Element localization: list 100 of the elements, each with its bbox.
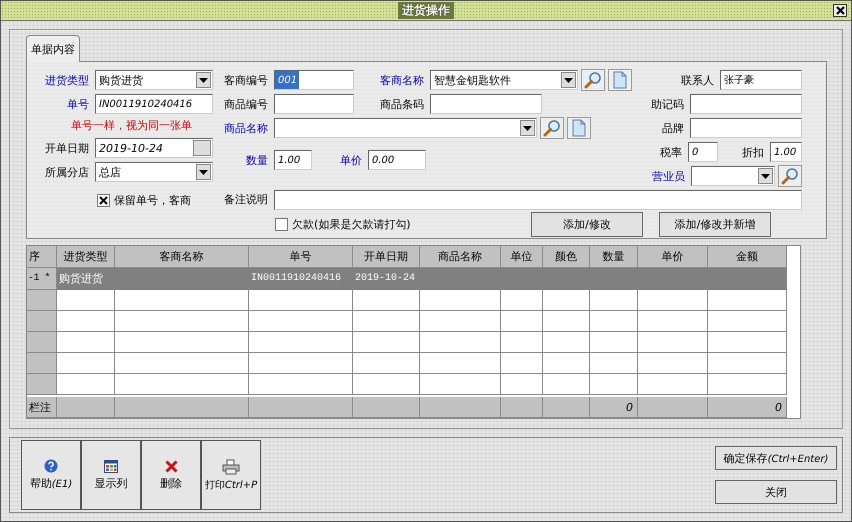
field-label: 品牌 xyxy=(661,120,684,136)
table-cell: IN0011910240416 xyxy=(249,268,353,290)
text-field[interactable]: 0 xyxy=(688,142,718,162)
table-cell xyxy=(638,311,708,332)
column-header[interactable]: 单位 xyxy=(501,246,543,268)
text-field[interactable]: 1.00 xyxy=(770,142,802,162)
text-field[interactable]: 张子豪 xyxy=(720,70,802,90)
text-field[interactable] xyxy=(274,190,802,210)
field-label: 单号 xyxy=(66,96,89,112)
column-header[interactable]: 数量 xyxy=(590,246,638,268)
table-cell xyxy=(638,332,708,353)
field-label: 营业员 xyxy=(651,168,685,184)
field-label: 进货类型 xyxy=(44,72,89,88)
table-cell xyxy=(638,290,708,311)
table-cell xyxy=(501,290,543,311)
column-header[interactable]: 进货类型 xyxy=(57,246,115,268)
close-button[interactable] xyxy=(833,4,847,17)
toolbar-button[interactable]: 打印Ctrl+P xyxy=(201,440,261,510)
column-header[interactable]: 商品名称 xyxy=(420,246,501,268)
column-header[interactable]: 单号 xyxy=(249,246,353,268)
table-cell xyxy=(638,374,708,395)
field-label: 开单日期 xyxy=(44,140,89,156)
delete-icon xyxy=(164,460,178,472)
text-field[interactable]: 0.00 xyxy=(368,150,426,170)
column-header[interactable]: 金额 xyxy=(708,246,787,268)
table-cell: 购货进货 xyxy=(57,268,115,290)
dropdown-field[interactable]: 总店 xyxy=(95,162,213,182)
column-header[interactable]: 序 xyxy=(27,246,57,268)
checkbox-label: 欠款(如果是欠款请打勾) xyxy=(292,217,411,232)
grid-icon xyxy=(104,460,118,472)
document-icon xyxy=(572,119,586,137)
action-button[interactable]: 添加/修改 xyxy=(531,212,643,238)
field-label: 客商编号 xyxy=(223,72,268,88)
footer-label: 栏注 xyxy=(27,397,57,418)
column-header[interactable]: 客商名称 xyxy=(115,246,249,268)
table-cell xyxy=(57,332,115,353)
dropdown-field[interactable] xyxy=(274,118,537,138)
field-label: 商品编号 xyxy=(223,96,268,112)
text-field[interactable] xyxy=(274,94,354,114)
search-button[interactable] xyxy=(540,117,564,139)
window-title: 进货操作 xyxy=(398,2,454,19)
date-field[interactable]: 2019-10-24 xyxy=(95,138,213,158)
table-cell xyxy=(353,332,420,353)
text-field[interactable]: 001 xyxy=(274,70,354,90)
table-cell xyxy=(353,290,420,311)
text-field[interactable]: 1.00 xyxy=(274,150,312,170)
text-field[interactable] xyxy=(430,94,542,114)
close-icon xyxy=(836,6,844,15)
dropdown-field[interactable] xyxy=(691,166,775,186)
field-label: 备注说明 xyxy=(223,192,268,208)
column-header[interactable]: 开单日期 xyxy=(353,246,420,268)
new-button[interactable] xyxy=(567,117,591,139)
table-cell xyxy=(543,332,590,353)
table-cell xyxy=(543,290,590,311)
search-button[interactable] xyxy=(778,165,802,187)
button-label: 打印Ctrl+P xyxy=(204,478,258,492)
toolbar-button[interactable]: 删除 xyxy=(141,440,201,510)
table-cell xyxy=(590,353,638,374)
dialog-button[interactable]: 确定保存(Ctrl+Enter) xyxy=(715,446,837,470)
search-button[interactable] xyxy=(581,69,605,91)
column-header[interactable]: 颜色 xyxy=(543,246,590,268)
table-cell: 2019-10-24 xyxy=(353,268,420,290)
text-field[interactable] xyxy=(690,118,802,138)
row-header: -1 * xyxy=(27,268,57,290)
new-button[interactable] xyxy=(608,69,632,91)
table-cell xyxy=(501,311,543,332)
document-icon xyxy=(613,71,627,89)
table-cell xyxy=(501,332,543,353)
field-label: 助记码 xyxy=(650,96,684,112)
action-button[interactable]: 添加/修改并新增 xyxy=(659,212,771,238)
dropdown-field[interactable]: 智慧金钥匙软件 xyxy=(430,70,578,90)
table-cell xyxy=(590,332,638,353)
checkbox[interactable] xyxy=(275,218,288,232)
checkbox[interactable] xyxy=(97,194,110,206)
field-label: 折扣 xyxy=(741,144,764,160)
field-label: 客商名称 xyxy=(379,72,424,88)
table-cell xyxy=(57,353,115,374)
text-field[interactable]: IN0011910240416 xyxy=(95,94,213,114)
table-cell xyxy=(590,374,638,395)
table-row[interactable]: -1 * 购货进货 IN0011910240416 2019-10-24 xyxy=(27,268,800,290)
button-label: 删除 xyxy=(160,476,182,490)
printer-icon xyxy=(222,458,240,474)
field-label: 税率 xyxy=(659,144,682,160)
toolbar-button[interactable]: 帮助(E1) xyxy=(21,440,81,510)
search-icon xyxy=(781,167,799,185)
table-cell xyxy=(590,290,638,311)
text-field[interactable] xyxy=(690,94,802,114)
dialog-button[interactable]: 关闭 xyxy=(715,480,837,504)
table-cell xyxy=(638,353,708,374)
calendar-button[interactable] xyxy=(193,140,211,156)
tab[interactable]: 单据内容 xyxy=(26,35,80,62)
table-cell xyxy=(590,311,638,332)
column-header[interactable]: 单价 xyxy=(638,246,708,268)
field-label: 单价 xyxy=(339,152,362,168)
total-cell: 0 xyxy=(708,397,787,418)
field-label: 商品条码 xyxy=(379,96,424,112)
toolbar-button[interactable]: 显示列 xyxy=(81,440,141,510)
table-cell xyxy=(57,311,115,332)
table-cell xyxy=(543,353,590,374)
dropdown-field[interactable]: 购货进货 xyxy=(95,70,213,90)
